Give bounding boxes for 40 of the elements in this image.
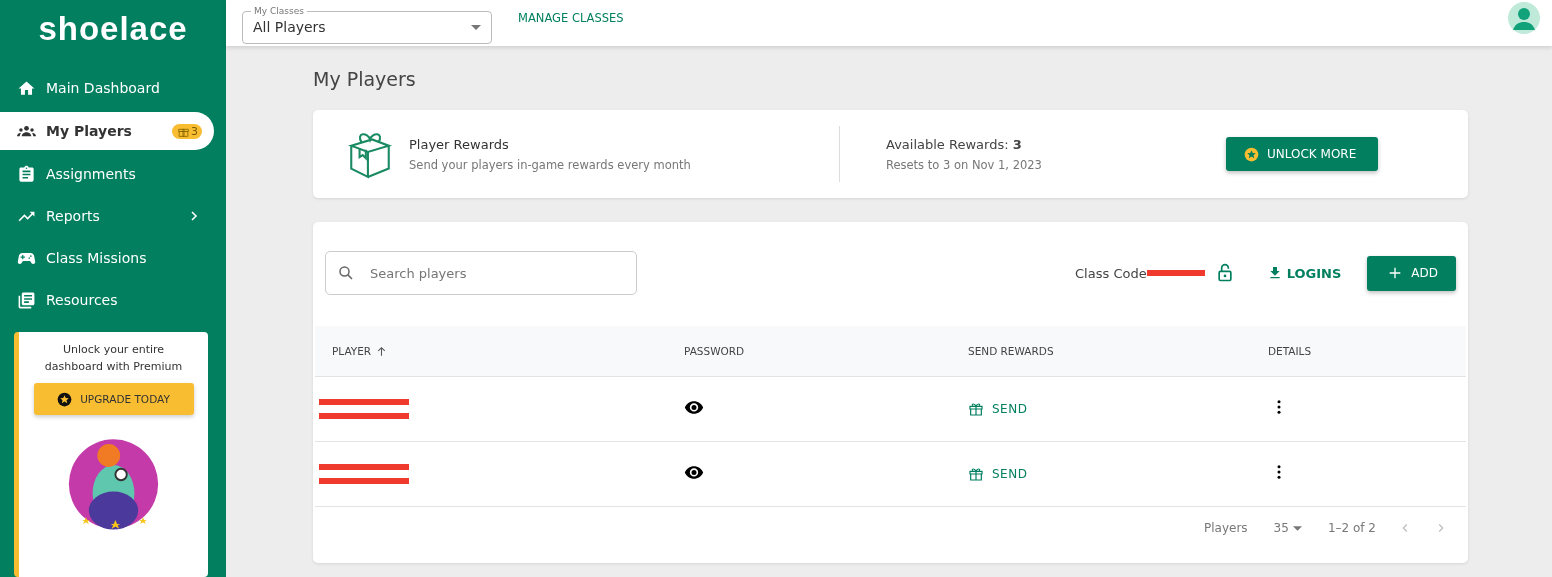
library-icon	[17, 290, 36, 310]
logins-button[interactable]: LOGINS	[1266, 265, 1342, 281]
logo: shoelace	[37, 9, 189, 48]
redaction-bar	[1146, 270, 1205, 276]
page-range: 1–2 of 2	[1327, 521, 1376, 535]
clipboard-icon	[17, 164, 36, 184]
reset-date: Resets to 3 on Nov 1, 2023	[886, 157, 1043, 172]
premium-text: Unlock your entire dashboard with Premium	[43, 342, 184, 375]
class-code-label: Class Code	[1075, 265, 1147, 281]
rows-per-page-select[interactable]: 35	[1273, 521, 1302, 535]
rewards-subtitle: Send your players in-game rewards every month	[409, 157, 692, 172]
upgrade-button[interactable]: UPGRADE TODAY	[33, 383, 194, 415]
search-field[interactable]: Search players	[325, 251, 637, 295]
rewards-title: Player Rewards	[409, 136, 510, 152]
gift-icon	[968, 466, 984, 482]
dropdown-icon	[1292, 525, 1302, 531]
search-icon	[337, 264, 355, 282]
sidebar-item[interactable]: My Players 3	[0, 112, 214, 150]
unlock-more-button[interactable]: UNLOCK MORE	[1226, 137, 1379, 171]
sidebar-item[interactable]: Reports	[0, 198, 214, 234]
add-button[interactable]: ADD	[1367, 255, 1456, 291]
home-icon	[17, 78, 36, 98]
page-title: My Players	[313, 68, 417, 90]
manage-classes-link[interactable]: MANAGE CLASSES	[518, 11, 624, 25]
column-header: SEND REWARDS	[968, 345, 1055, 357]
sidebar-item[interactable]: Main Dashboard	[0, 70, 214, 106]
sidebar-item[interactable]: Resources	[0, 282, 214, 318]
column-header: DETAILS	[1268, 345, 1313, 357]
gift-count-badge: 3	[172, 123, 202, 139]
send-reward-button[interactable]: SEND	[968, 401, 1268, 417]
column-header[interactable]: PLAYER	[315, 344, 684, 358]
gift-icon	[968, 401, 984, 417]
dropdown-icon	[471, 24, 481, 30]
rows-per-page-label: Players	[1204, 521, 1248, 535]
column-header: PASSWORD	[684, 345, 746, 357]
sidebar-item[interactable]: Class Missions	[0, 240, 214, 276]
send-reward-button[interactable]: SEND	[968, 466, 1268, 482]
available-rewards: Available Rewards: 3	[886, 136, 1023, 152]
sidebar-item[interactable]: Assignments	[0, 156, 214, 192]
avatar-icon[interactable]	[1508, 2, 1540, 34]
